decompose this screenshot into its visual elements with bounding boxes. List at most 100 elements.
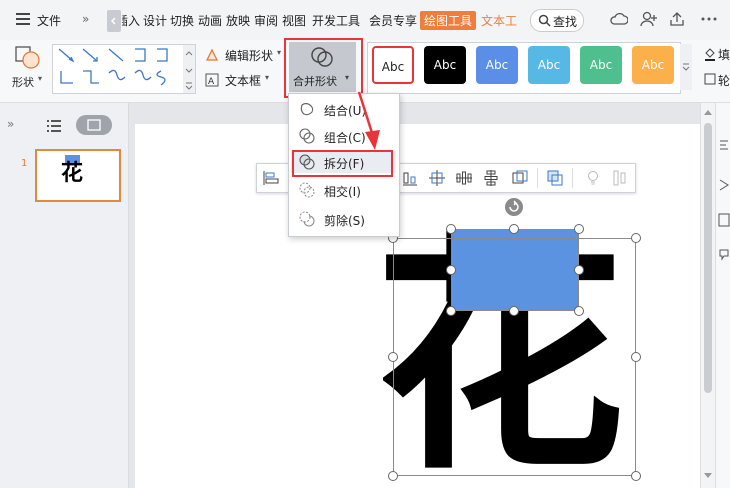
distribute-horizontal-icon[interactable] bbox=[456, 170, 472, 186]
merge-shapes-button[interactable]: 合并形状 ▾ bbox=[289, 42, 356, 92]
resize-handle[interactable] bbox=[446, 306, 456, 316]
resize-handle[interactable] bbox=[574, 224, 584, 234]
menu-item-label: 剪除(S) bbox=[324, 214, 365, 228]
connector-lines-icon bbox=[58, 48, 168, 86]
tab-scroll-left-button[interactable] bbox=[107, 10, 121, 32]
fill-button[interactable]: 填 bbox=[704, 46, 730, 62]
tab-animation[interactable]: 动画 bbox=[198, 12, 222, 29]
slide-view-icon bbox=[87, 119, 101, 131]
search-label: 查找 bbox=[553, 15, 578, 29]
outline-view-icon[interactable] bbox=[47, 119, 63, 133]
search-button[interactable]: 查找 bbox=[530, 9, 584, 32]
add-user-icon[interactable] bbox=[640, 11, 658, 30]
resize-handle[interactable] bbox=[631, 352, 641, 362]
resize-handle[interactable] bbox=[509, 224, 519, 234]
style-swatch-white[interactable]: Abc bbox=[372, 46, 414, 84]
rotate-icon bbox=[509, 200, 519, 212]
resize-handle[interactable] bbox=[446, 224, 456, 234]
layout-icon[interactable] bbox=[718, 213, 730, 227]
more-tools-icon[interactable] bbox=[612, 170, 628, 186]
menu-item-intersect[interactable]: 相交(I) bbox=[291, 179, 396, 201]
more-options-icon[interactable] bbox=[700, 11, 718, 30]
animation-icon[interactable] bbox=[718, 178, 730, 192]
align-left-icon[interactable] bbox=[263, 170, 279, 186]
tab-view[interactable]: 视图 bbox=[282, 12, 306, 29]
group-icon[interactable] bbox=[512, 170, 528, 186]
tab-drawing-tools[interactable]: 绘图工具 bbox=[420, 11, 477, 30]
merge-shapes-icon bbox=[311, 47, 333, 67]
rotate-handle[interactable] bbox=[505, 198, 523, 216]
edit-shape-icon bbox=[205, 48, 219, 61]
collapse-panel-icon[interactable]: » bbox=[7, 117, 14, 131]
resize-handle[interactable] bbox=[631, 471, 641, 481]
scrollbar-thumb[interactable] bbox=[704, 123, 712, 393]
gallery-scrollbar[interactable] bbox=[183, 44, 196, 94]
slide-number: 1 bbox=[21, 158, 28, 169]
merge-shapes-label: 合并形状 bbox=[293, 75, 337, 88]
svg-text:A: A bbox=[208, 77, 215, 87]
align-center-icon[interactable] bbox=[429, 170, 445, 186]
outline-button[interactable]: 轮 bbox=[704, 72, 730, 88]
tab-text-tools[interactable]: 文本工 bbox=[481, 12, 521, 29]
resize-handle[interactable] bbox=[509, 306, 519, 316]
resize-handle[interactable] bbox=[446, 265, 456, 275]
style-swatch-black[interactable]: Abc bbox=[424, 46, 466, 84]
menu-item-label: 相交(I) bbox=[324, 185, 361, 199]
text-box-icon: A bbox=[205, 73, 219, 87]
selection-frame-inner bbox=[451, 229, 579, 311]
comment-icon[interactable] bbox=[718, 248, 730, 262]
fill-bucket-icon bbox=[705, 48, 715, 61]
menu-file[interactable]: 文件 bbox=[37, 12, 61, 29]
chevron-down-icon: ▾ bbox=[277, 48, 282, 57]
menu-bar: 文件 » 插入 设计 切换 动画 放映 审阅 视图 开发工具 会员专享 绘图工具… bbox=[0, 0, 730, 41]
edit-shape-button[interactable]: 编辑形状 ▾ bbox=[205, 47, 285, 63]
resize-handle[interactable] bbox=[574, 265, 584, 275]
chevron-down-icon: ▾ bbox=[38, 74, 43, 83]
intersect-icon bbox=[299, 182, 315, 198]
shape-button[interactable]: 形状 ▾ bbox=[10, 44, 46, 90]
arrange-layers-icon[interactable] bbox=[547, 170, 563, 186]
slide-thumbnail-1[interactable]: 花 bbox=[35, 149, 121, 202]
tab-transition[interactable]: 切换 bbox=[170, 12, 194, 29]
toolbar-divider bbox=[572, 168, 573, 188]
tab-developer[interactable]: 开发工具 bbox=[312, 12, 360, 29]
properties-icon[interactable] bbox=[718, 139, 730, 153]
resize-handle[interactable] bbox=[574, 306, 584, 316]
style-gallery-scrollbar[interactable] bbox=[680, 44, 692, 90]
share-icon[interactable] bbox=[668, 11, 686, 30]
align-bottom-icon[interactable] bbox=[402, 170, 418, 186]
tab-slideshow[interactable]: 放映 bbox=[226, 12, 250, 29]
outline-icon bbox=[704, 73, 716, 85]
distribute-vertical-icon[interactable] bbox=[483, 170, 499, 186]
resize-handle[interactable] bbox=[388, 352, 398, 362]
style-swatch-orange[interactable]: Abc bbox=[632, 46, 674, 84]
lightbulb-icon[interactable] bbox=[585, 170, 601, 186]
fill-label: 填 bbox=[718, 48, 730, 62]
tab-member[interactable]: 会员专享 bbox=[369, 12, 417, 29]
text-box-label: 文本框 bbox=[225, 74, 262, 88]
resize-handle[interactable] bbox=[631, 233, 641, 243]
style-swatch-green[interactable]: Abc bbox=[580, 46, 622, 84]
toolbar-divider bbox=[537, 168, 538, 188]
hamburger-icon[interactable] bbox=[16, 13, 30, 28]
style-swatch-cyan[interactable]: Abc bbox=[528, 46, 570, 84]
slide-view-toggle[interactable] bbox=[76, 115, 112, 135]
right-task-panel bbox=[715, 103, 730, 488]
tab-insert[interactable]: 插入 bbox=[122, 12, 140, 29]
tab-design[interactable]: 设计 bbox=[143, 12, 167, 29]
outline-label: 轮 bbox=[718, 74, 730, 88]
menu-item-subtract[interactable]: 剪除(S) bbox=[291, 208, 396, 230]
resize-handle[interactable] bbox=[388, 471, 398, 481]
style-swatch-blue[interactable]: Abc bbox=[476, 46, 518, 84]
chevron-down-icon: ▾ bbox=[265, 73, 270, 82]
line-shapes-gallery[interactable] bbox=[52, 44, 184, 94]
more-tabs-icon[interactable]: » bbox=[82, 12, 89, 26]
vertical-scrollbar[interactable] bbox=[700, 103, 715, 488]
cloud-sync-icon[interactable] bbox=[610, 11, 629, 30]
red-arrow-annotation bbox=[357, 91, 380, 150]
shape-label: 形状 bbox=[12, 76, 34, 89]
chevron-down-icon: ▾ bbox=[345, 73, 350, 82]
union-icon bbox=[300, 102, 314, 116]
tab-review[interactable]: 审阅 bbox=[254, 12, 278, 29]
text-box-button[interactable]: A 文本框 ▾ bbox=[205, 72, 275, 88]
